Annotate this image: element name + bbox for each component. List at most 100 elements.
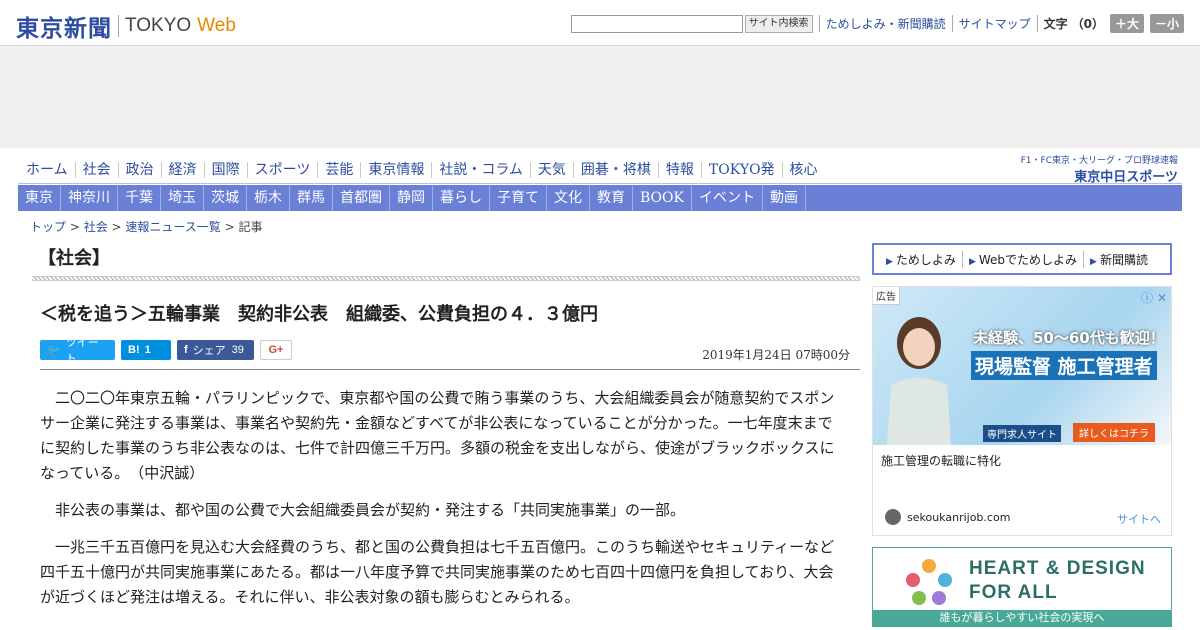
- sidebar-link-label: 新聞購読: [1099, 252, 1148, 267]
- sitemap-link[interactable]: サイトマップ: [951, 15, 1031, 32]
- sidebar-link-label: ためしよみ: [895, 252, 956, 267]
- region-item-tokyo[interactable]: 東京: [18, 185, 61, 211]
- hatena-count: 1: [144, 344, 151, 356]
- region-item-video[interactable]: 動画: [763, 185, 806, 211]
- font-smaller-button[interactable]: －小: [1149, 14, 1184, 33]
- ad-close-icon[interactable]: ⓘ ✕: [1141, 289, 1167, 306]
- breadcrumb-list[interactable]: 速報ニュース一覧: [125, 220, 220, 234]
- ad-domain: sekoukanrijob.com: [885, 509, 1010, 525]
- article-body: 二〇二〇年東京五輪・パラリンピックで、東京都や国の公費で賄う事業のうち、大会組織…: [40, 386, 844, 622]
- chuspo-banner[interactable]: F1・FC東京・大リーグ・プロ野球速報 東京中日スポーツ: [1021, 153, 1178, 185]
- breadcrumb-top[interactable]: トップ: [30, 220, 66, 234]
- person-illustration: [887, 317, 951, 445]
- region-item-chiba[interactable]: 千葉: [118, 185, 161, 211]
- font-larger-button[interactable]: ＋大: [1109, 14, 1144, 33]
- region-item-kanagawa[interactable]: 神奈川: [61, 185, 118, 211]
- site-search-button[interactable]: サイト内検索: [744, 14, 813, 33]
- nav-item-kakushin[interactable]: 核心: [781, 162, 825, 178]
- hatena-icon: B!: [128, 344, 140, 356]
- globe-icon: [885, 509, 901, 525]
- sidebar-link-subscribe[interactable]: ▶ 新聞購読: [1083, 250, 1154, 268]
- nav-item-international[interactable]: 国際: [203, 162, 247, 178]
- logo-en: TOKYO: [125, 15, 192, 36]
- sidebar-ad-job[interactable]: 広告 ⓘ ✕ 未経験、50〜60代も歓迎！ 現場監督 施工管理者 専門求人サイト…: [872, 286, 1172, 536]
- article-paragraph: 一兆三千五百億円を見込む大会経費のうち、都と国の公費負担は七千五百億円。このうち…: [40, 538, 835, 606]
- facebook-count: 39: [231, 344, 244, 356]
- region-item-bunka[interactable]: 文化: [547, 185, 590, 211]
- region-item-ibaraki[interactable]: 茨城: [204, 185, 247, 211]
- nav-item-home[interactable]: ホーム: [18, 162, 75, 178]
- nav-item-igo-shogi[interactable]: 囲碁・将棋: [572, 162, 658, 178]
- nav-item-society[interactable]: 社会: [74, 162, 118, 178]
- region-item-shutoken[interactable]: 首都圏: [333, 185, 390, 211]
- breadcrumb-sep: >: [107, 220, 126, 234]
- region-item-event[interactable]: イベント: [692, 185, 763, 211]
- nav-item-entertainment[interactable]: 芸能: [317, 162, 360, 178]
- region-item-kyoiku[interactable]: 教育: [590, 185, 633, 211]
- heart-design-logo-icon: [906, 559, 952, 605]
- ad-headline: 未経験、50〜60代も歓迎！: [973, 329, 1165, 347]
- sidebar-subscribe-links: ▶ ためしよみ ▶ Webでためしよみ ▶ 新聞購読: [872, 243, 1172, 275]
- sidebar-link-tameshiyomi[interactable]: ▶ ためしよみ: [880, 251, 962, 268]
- article-paragraph: 二〇二〇年東京五輪・パラリンピックで、東京都や国の公費で賄う事業のうち、大会組織…: [40, 389, 835, 482]
- region-item-book[interactable]: BOOK: [633, 185, 692, 211]
- hatena-bookmark-button[interactable]: B! 1: [121, 340, 171, 360]
- ad2-title-line2: FOR ALL: [969, 582, 1058, 603]
- share-bar: 🐦 ツイート B! 1 f シェア 39 G+: [40, 337, 298, 365]
- nav-item-tokuho[interactable]: 特報: [657, 162, 701, 178]
- google-plus-button[interactable]: G+: [260, 340, 292, 360]
- breadcrumb-current: 記事: [238, 220, 263, 234]
- breadcrumb: トップ > 社会 > 速報ニュース一覧 > 記事: [30, 218, 263, 235]
- ad2-title-line1: HEART & DESIGN: [969, 558, 1146, 579]
- region-item-kosodate[interactable]: 子育て: [490, 185, 547, 211]
- ad-caption: 施工管理の転職に特化: [881, 454, 1002, 468]
- arrow-right-icon: ▶: [886, 256, 893, 267]
- region-item-shizuoka[interactable]: 静岡: [390, 185, 433, 211]
- nav-item-weather[interactable]: 天気: [529, 162, 573, 178]
- nav-item-sports[interactable]: スポーツ: [246, 162, 318, 178]
- twitter-icon: 🐦: [47, 344, 61, 357]
- logo-jp: 東京新聞: [16, 15, 112, 42]
- article-date: 2019年1月24日 07時00分: [702, 348, 850, 362]
- sidebar-link-label: Webでためしよみ: [978, 252, 1078, 267]
- logo-web: Web: [197, 15, 236, 36]
- ad-title: 現場監督 施工管理者: [971, 351, 1157, 380]
- facebook-icon: f: [184, 344, 188, 356]
- nav-item-tokyo-hatsu[interactable]: TOKYO発: [700, 162, 782, 178]
- region-item-kurashi[interactable]: 暮らし: [433, 185, 490, 211]
- regional-nav: 東京 神奈川 千葉 埼玉 茨城 栃木 群馬 首都圏 静岡 暮らし 子育て 文化 …: [18, 185, 1182, 211]
- font-size-count: （0）: [1071, 17, 1104, 31]
- site-logo[interactable]: 東京新聞 TOKYO Web: [16, 9, 236, 43]
- ad-cta-button[interactable]: 詳しくはコチラ: [1073, 423, 1155, 442]
- region-item-saitama[interactable]: 埼玉: [161, 185, 204, 211]
- nav-item-tokyo-info[interactable]: 東京情報: [360, 162, 431, 178]
- section-title: 【社会】: [38, 248, 110, 269]
- site-header: 東京新聞 TOKYO Web サイト内検索 ためしよみ・新聞購読 サイトマップ …: [0, 0, 1200, 46]
- nav-item-economy[interactable]: 経済: [160, 162, 204, 178]
- tweet-label: ツイート: [65, 337, 99, 365]
- ad-domain-text: sekoukanrijob.com: [907, 510, 1011, 524]
- region-item-gunma[interactable]: 群馬: [290, 185, 333, 211]
- breadcrumb-section[interactable]: 社会: [84, 220, 108, 234]
- logo-divider: [118, 15, 119, 37]
- sidebar-ad-heart-design[interactable]: HEART & DESIGN FOR ALL 誰もが暮らしやすい社会の実現へ: [872, 547, 1172, 627]
- article-divider: [40, 369, 860, 370]
- facebook-label: シェア: [192, 345, 226, 357]
- nav-item-politics[interactable]: 政治: [117, 162, 161, 178]
- arrow-right-icon: ▶: [1090, 256, 1097, 267]
- ad-badge: 専門求人サイト: [983, 425, 1061, 442]
- arrow-right-icon: ▶: [968, 256, 976, 267]
- ad-banner-image[interactable]: 広告 ⓘ ✕ 未経験、50〜60代も歓迎！ 現場監督 施工管理者 専門求人サイト…: [873, 287, 1171, 445]
- article-paragraph: 非公表の事業は、都や国の公費で大会組織委員会が契約・発注する「共同実施事業」の一…: [55, 501, 686, 519]
- chuspo-subtitle: F1・FC東京・大リーグ・プロ野球速報: [1020, 156, 1178, 166]
- subscribe-link[interactable]: ためしよみ・新聞購読: [818, 15, 946, 32]
- tweet-button[interactable]: 🐦 ツイート: [40, 337, 115, 365]
- sidebar-link-web-tameshiyomi[interactable]: ▶ Webでためしよみ: [961, 250, 1083, 268]
- search-input[interactable]: [570, 14, 743, 33]
- region-item-tochigi[interactable]: 栃木: [247, 185, 290, 211]
- facebook-share-button[interactable]: f シェア 39: [177, 340, 254, 360]
- chuspo-title: 東京中日スポーツ: [1074, 170, 1178, 185]
- ad-site-link[interactable]: サイトへ: [1117, 511, 1161, 527]
- header-tools: サイト内検索 ためしよみ・新聞購読 サイトマップ 文字 （0） ＋大 －小: [570, 14, 1184, 33]
- nav-item-editorial[interactable]: 社説・コラム: [431, 162, 530, 178]
